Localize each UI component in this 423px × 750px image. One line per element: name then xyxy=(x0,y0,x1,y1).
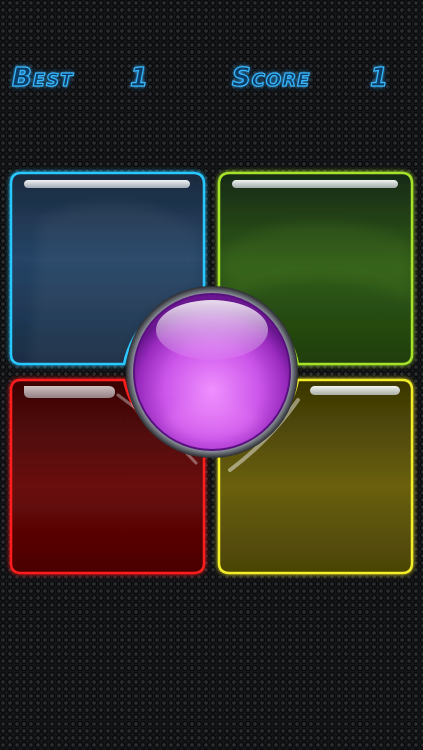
center-button[interactable] xyxy=(126,286,298,458)
center-button-shine xyxy=(156,300,268,360)
pad-red-highlight xyxy=(24,386,115,398)
pad-yellow-highlight xyxy=(310,386,400,395)
game-board xyxy=(9,171,414,575)
pad-green-highlight xyxy=(232,180,398,188)
pad-blue-highlight xyxy=(24,180,190,188)
game-screen: Best 1 Score 1 xyxy=(0,0,423,750)
